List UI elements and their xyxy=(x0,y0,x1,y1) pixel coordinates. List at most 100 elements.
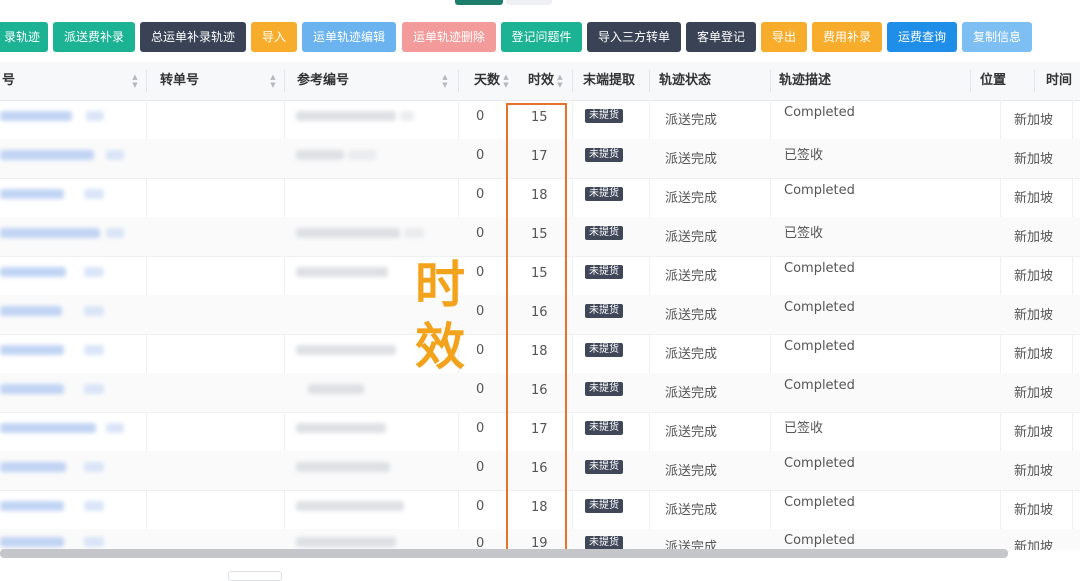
days-cell: 0 xyxy=(476,460,485,475)
redacted-reference xyxy=(296,462,390,472)
redacted-reference xyxy=(296,228,400,238)
redacted-waybill xyxy=(0,384,64,394)
track-entry-button[interactable]: 录轨迹 xyxy=(0,22,48,52)
col-last-mile-header[interactable]: 末端提取 xyxy=(583,62,635,100)
timeliness-highlight-box xyxy=(506,103,567,554)
track-status-cell: 派送完成 xyxy=(665,503,718,518)
col-track-desc-header[interactable]: 轨迹描述 xyxy=(779,62,831,100)
horizontal-scrollbar[interactable] xyxy=(0,549,1008,558)
track-desc-cell: Completed xyxy=(784,300,855,315)
location-cell: 新加坡 xyxy=(1014,308,1054,323)
col-timeliness-header[interactable]: 时效 xyxy=(528,62,554,100)
status-badge: 未提货 xyxy=(585,536,623,550)
customer-order-register-button[interactable]: 客单登记 xyxy=(686,22,756,52)
days-cell: 0 xyxy=(476,226,485,241)
col-track-status-header[interactable]: 轨迹状态 xyxy=(659,62,711,100)
location-cell: 新加坡 xyxy=(1014,269,1054,284)
track-status-cell: 派送完成 xyxy=(665,540,718,550)
col-days-header[interactable]: 天数 xyxy=(474,62,500,100)
sort-icon[interactable]: ▲ ▼ xyxy=(502,73,510,89)
delivery-fee-entry-button[interactable]: 派送费补录 xyxy=(53,22,135,52)
redacted-waybill xyxy=(0,345,64,355)
redacted-waybill xyxy=(0,501,64,511)
days-cell: 0 xyxy=(476,265,485,280)
days-cell: 0 xyxy=(476,304,485,319)
status-badge: 未提货 xyxy=(585,460,623,474)
status-badge: 未提货 xyxy=(585,226,623,240)
track-desc-cell: 已签收 xyxy=(784,226,824,241)
fee-entry-button[interactable]: 费用补录 xyxy=(812,22,882,52)
track-status-cell: 派送完成 xyxy=(665,464,718,479)
redacted-waybill xyxy=(0,150,94,160)
redacted-reference xyxy=(308,384,364,394)
track-status-cell: 派送完成 xyxy=(665,308,718,323)
master-waybill-track-entry-button[interactable]: 总运单补录轨迹 xyxy=(140,22,246,52)
redacted-reference xyxy=(296,111,396,121)
status-badge: 未提货 xyxy=(585,109,623,123)
location-cell: 新加坡 xyxy=(1014,386,1054,401)
status-badge: 未提货 xyxy=(585,187,623,201)
col-location-header[interactable]: 位置 xyxy=(980,62,1006,100)
location-cell: 新加坡 xyxy=(1014,540,1054,550)
import-third-party-transfer-button[interactable]: 导入三方转单 xyxy=(587,22,681,52)
sort-icon[interactable]: ▲ ▼ xyxy=(269,73,277,89)
import-button[interactable]: 导入 xyxy=(251,22,297,52)
delete-waybill-track-button[interactable]: 运单轨迹删除 xyxy=(402,22,496,52)
pager-input[interactable] xyxy=(228,571,282,581)
table-header: 号 ▲ ▼ 转单号 ▲ ▼ 参考编号 ▲ ▼ 天数 ▲ ▼ 时效 ▲ ▼ 末端提取 轨迹状… xyxy=(0,62,1080,101)
redacted-waybill xyxy=(0,111,72,121)
location-cell: 新加坡 xyxy=(1014,464,1054,479)
col-time-header[interactable]: 时间 xyxy=(1046,62,1072,100)
days-cell: 0 xyxy=(476,109,485,124)
days-cell: 0 xyxy=(476,536,485,550)
location-cell: 新加坡 xyxy=(1014,113,1054,128)
redacted-waybill xyxy=(0,462,66,472)
sort-icon[interactable]: ▲ ▼ xyxy=(131,73,139,89)
status-badge: 未提货 xyxy=(585,382,623,396)
track-status-cell: 派送完成 xyxy=(665,425,718,440)
track-status-cell: 派送完成 xyxy=(665,269,718,284)
track-status-cell: 派送完成 xyxy=(665,347,718,362)
days-cell: 0 xyxy=(476,343,485,358)
sort-icon[interactable]: ▲ ▼ xyxy=(441,73,449,89)
days-cell: 0 xyxy=(476,499,485,514)
copy-info-button[interactable]: 复制信息 xyxy=(962,22,1032,52)
track-desc-cell: 已签收 xyxy=(784,421,824,436)
days-cell: 0 xyxy=(476,187,485,202)
status-badge: 未提货 xyxy=(585,421,623,435)
redacted-reference xyxy=(296,501,404,511)
track-desc-cell: Completed xyxy=(784,105,855,120)
redacted-waybill xyxy=(0,423,96,433)
location-cell: 新加坡 xyxy=(1014,230,1054,245)
location-cell: 新加坡 xyxy=(1014,347,1054,362)
location-cell: 新加坡 xyxy=(1014,152,1054,167)
redacted-waybill xyxy=(0,537,64,547)
active-page-tab[interactable] xyxy=(455,0,503,5)
col-reference-header[interactable]: 参考编号 xyxy=(297,62,349,100)
export-button[interactable]: 导出 xyxy=(761,22,807,52)
page-tab[interactable] xyxy=(506,0,552,5)
redacted-waybill xyxy=(0,267,66,277)
status-badge: 未提货 xyxy=(585,148,623,162)
track-status-cell: 派送完成 xyxy=(665,386,718,401)
redacted-reference xyxy=(296,267,388,277)
track-desc-cell: Completed xyxy=(784,378,855,393)
location-cell: 新加坡 xyxy=(1014,503,1054,518)
track-status-cell: 派送完成 xyxy=(665,113,718,128)
annotation-char: 效 xyxy=(415,318,465,376)
col-transfer-header[interactable]: 转单号 xyxy=(160,62,199,100)
track-status-cell: 派送完成 xyxy=(665,152,718,167)
sort-icon[interactable]: ▲ ▼ xyxy=(556,73,564,89)
track-status-cell: 派送完成 xyxy=(665,191,718,206)
status-badge: 未提货 xyxy=(585,343,623,357)
register-issue-button[interactable]: 登记问题件 xyxy=(501,22,582,52)
col-waybill-header[interactable]: 号 xyxy=(2,62,15,100)
track-desc-cell: Completed xyxy=(784,183,855,198)
redacted-reference xyxy=(296,345,396,355)
edit-waybill-track-button[interactable]: 运单轨迹编辑 xyxy=(302,22,396,52)
status-badge: 未提货 xyxy=(585,265,623,279)
freight-query-button[interactable]: 运费查询 xyxy=(887,22,957,52)
annotation-char: 时 xyxy=(415,256,465,314)
status-badge: 未提货 xyxy=(585,304,623,318)
redacted-waybill xyxy=(0,228,100,238)
